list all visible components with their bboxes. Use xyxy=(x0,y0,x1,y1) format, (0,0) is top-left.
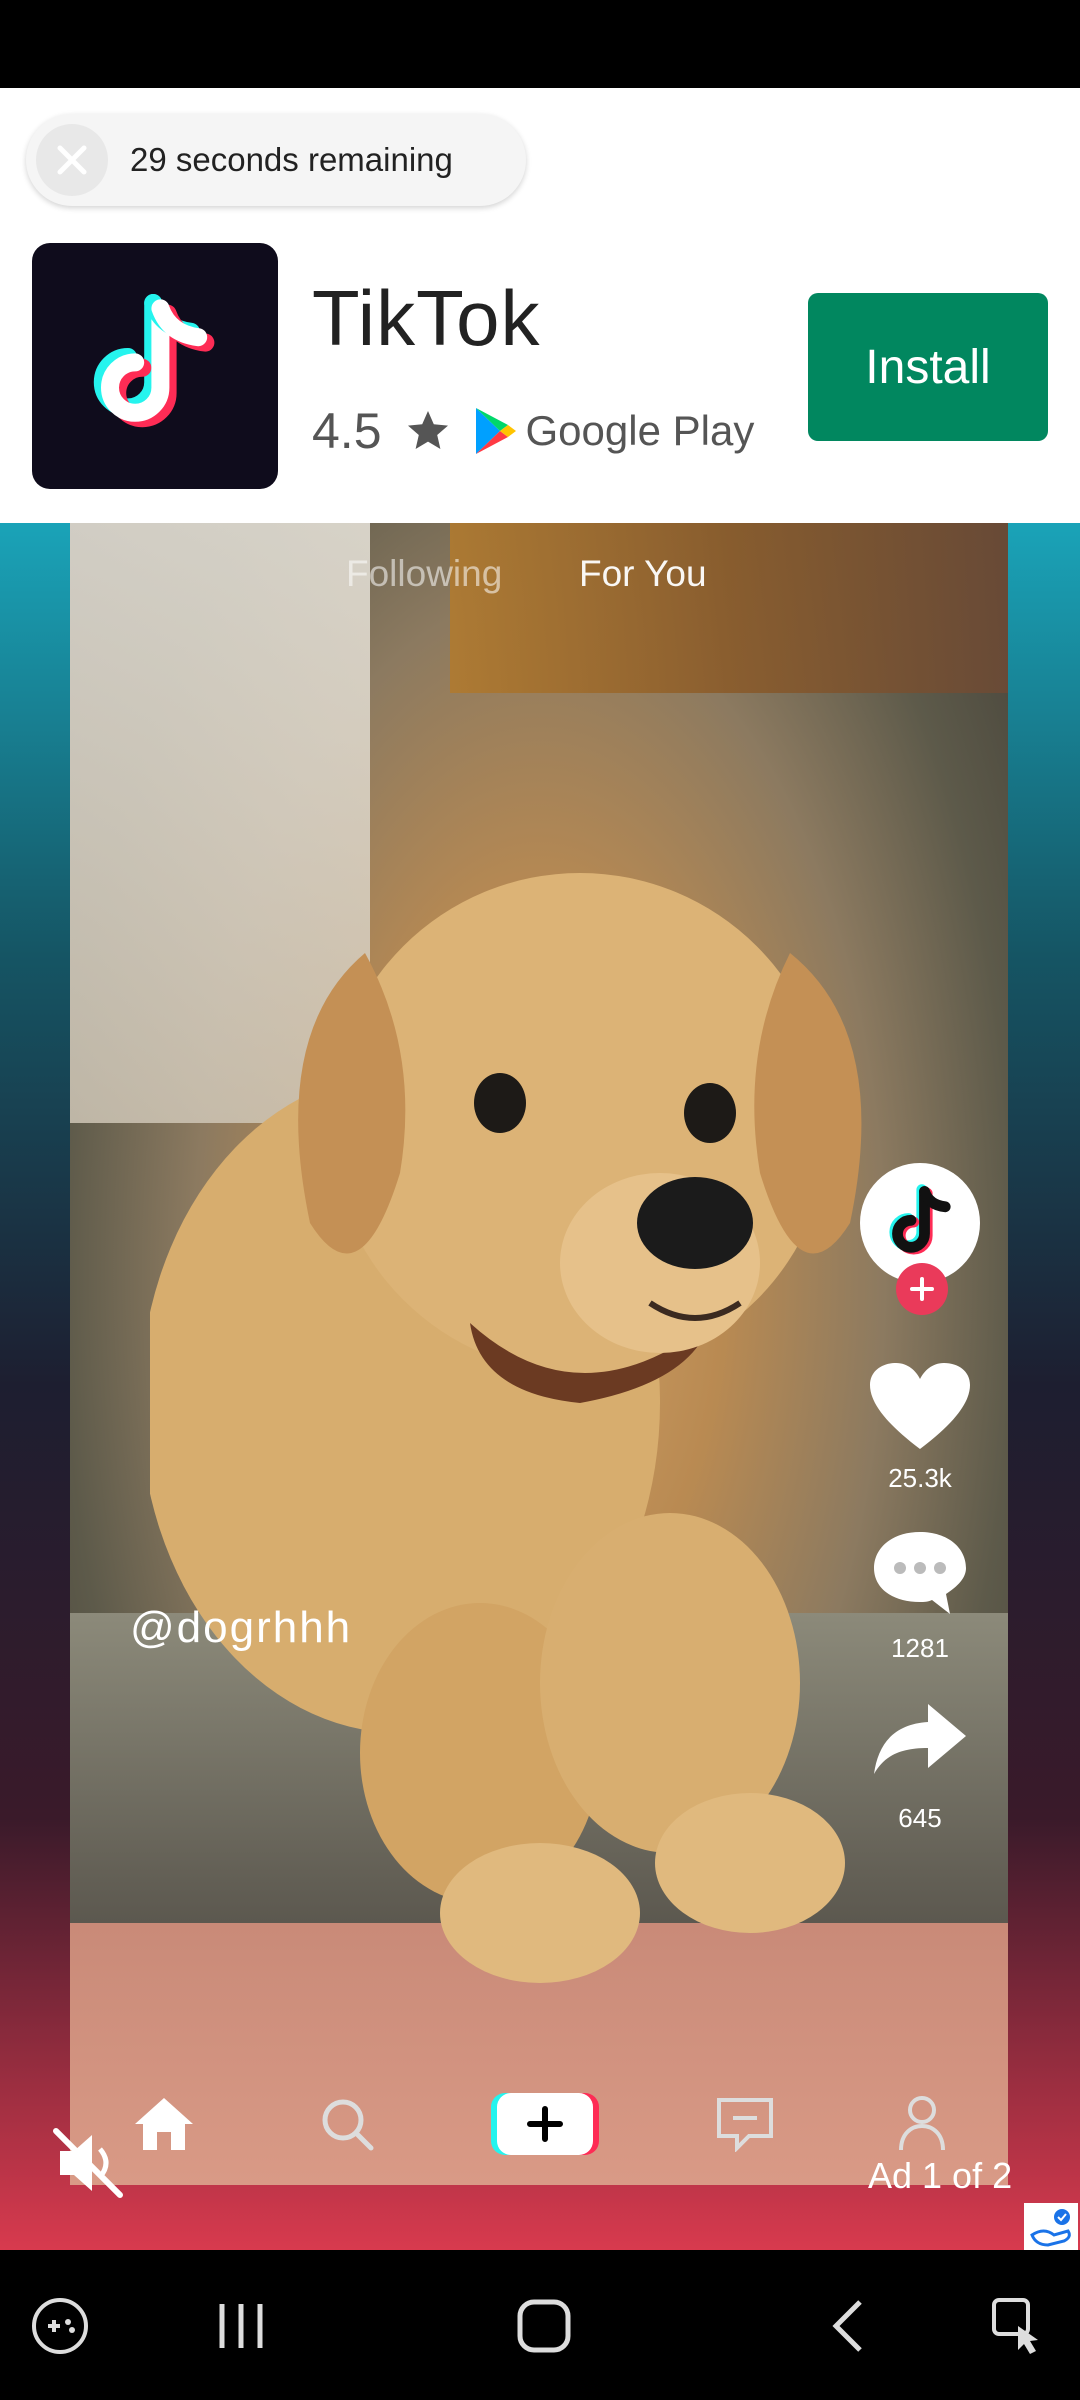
star-icon xyxy=(407,411,448,449)
back-icon[interactable] xyxy=(828,2296,868,2356)
search-icon[interactable] xyxy=(319,2096,375,2152)
profile-icon[interactable] xyxy=(897,2094,947,2154)
accessibility-icon[interactable] xyxy=(990,2296,1050,2358)
follow-plus-icon[interactable] xyxy=(896,1263,948,1315)
recents-icon[interactable] xyxy=(214,2296,268,2356)
system-nav-bar xyxy=(0,2256,1080,2400)
install-button[interactable]: Install xyxy=(808,293,1048,441)
google-play-icon xyxy=(475,408,516,454)
ad-video-area[interactable]: Following For You @dogrhhh 25.3k 1281 64… xyxy=(0,523,1080,2250)
home-icon[interactable] xyxy=(131,2094,197,2154)
tab-for-you[interactable]: For You xyxy=(579,553,707,595)
adchoices-icon[interactable] xyxy=(1024,2203,1078,2250)
video-frame[interactable]: Following For You @dogrhhh 25.3k 1281 64… xyxy=(70,523,1008,2185)
username[interactable]: @dogrhhh xyxy=(130,1603,352,1653)
mute-icon[interactable] xyxy=(48,2123,128,2203)
tiktok-app-icon[interactable] xyxy=(32,243,278,489)
share-count: 645 xyxy=(898,1803,942,1833)
tab-following[interactable]: Following xyxy=(346,553,502,595)
close-icon[interactable] xyxy=(36,124,108,196)
status-bar xyxy=(0,0,1080,88)
ad-counter: Ad 1 of 2 xyxy=(868,2155,1013,2196)
timer-pill: 29 seconds remaining xyxy=(26,114,526,206)
inbox-icon[interactable] xyxy=(715,2096,775,2152)
ad-header: 29 seconds remaining TikTok 4.5 Google P… xyxy=(0,88,1080,523)
like-count: 25.3k xyxy=(888,1463,952,1493)
game-launcher-icon[interactable] xyxy=(30,2296,90,2356)
rating-row: 4.5 Google Play xyxy=(312,391,754,471)
timer-text: 29 seconds remaining xyxy=(130,141,453,178)
app-name: TikTok xyxy=(312,274,541,362)
comment-count: 1281 xyxy=(891,1633,949,1663)
create-button[interactable] xyxy=(497,2093,593,2155)
home-icon[interactable] xyxy=(514,2296,574,2356)
store-name: Google Play xyxy=(525,407,755,454)
comment-icon[interactable] xyxy=(870,1528,970,1618)
share-icon[interactable] xyxy=(870,1698,970,1778)
heart-icon[interactable] xyxy=(870,1363,970,1453)
background-chair xyxy=(450,523,1008,693)
rating-value: 4.5 xyxy=(312,403,382,459)
puppy-image xyxy=(150,873,862,1983)
